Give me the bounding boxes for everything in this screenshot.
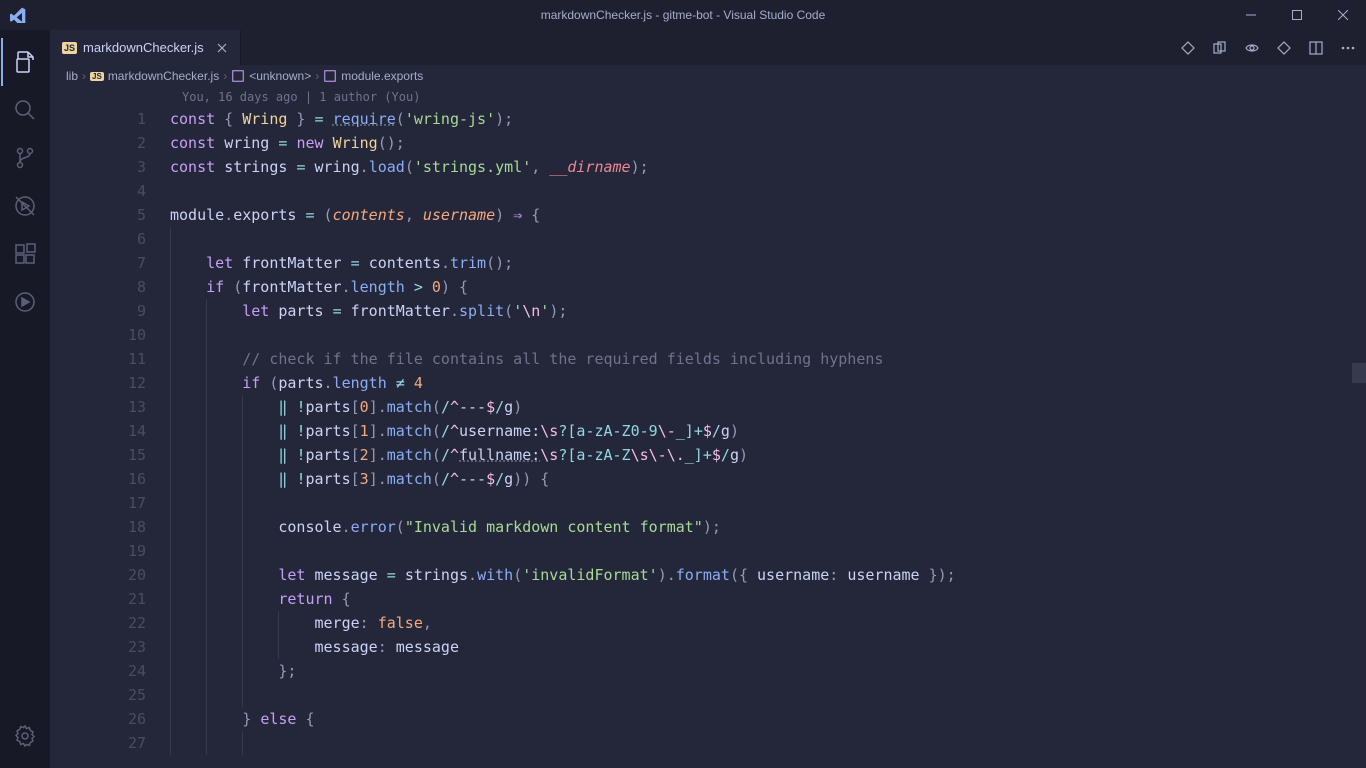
line-number: 22 [50, 611, 170, 635]
activity-bar [0, 30, 50, 768]
tab-label: markdownChecker.js [83, 40, 204, 55]
action-icon-2[interactable] [1212, 40, 1228, 56]
line-number: 16 [50, 467, 170, 491]
line-number: 27 [50, 731, 170, 755]
line-number: 9 [50, 299, 170, 323]
symbol-icon [231, 69, 245, 83]
line-number: 7 [50, 251, 170, 275]
breadcrumb-item[interactable]: markdownChecker.js [108, 69, 219, 83]
minimize-button[interactable] [1228, 0, 1274, 30]
symbol-icon [323, 69, 337, 83]
action-icon-1[interactable] [1180, 40, 1196, 56]
title-bar: markdownChecker.js - gitme-bot - Visual … [0, 0, 1366, 30]
source-control-icon[interactable] [1, 134, 49, 182]
window-title: markdownChecker.js - gitme-bot - Visual … [541, 8, 826, 22]
settings-gear-icon[interactable] [1, 712, 49, 760]
breadcrumb-item[interactable]: module.exports [341, 69, 423, 83]
line-number: 1 [50, 107, 170, 131]
js-file-icon: JS [62, 42, 77, 54]
line-number: 12 [50, 371, 170, 395]
more-actions-icon[interactable] [1340, 40, 1356, 56]
line-number: 11 [50, 347, 170, 371]
breadcrumbs[interactable]: lib › JS markdownChecker.js › <unknown> … [50, 65, 1366, 87]
tab-markdownchecker[interactable]: JS markdownChecker.js [50, 30, 241, 65]
debug-icon[interactable] [1, 182, 49, 230]
line-number: 23 [50, 635, 170, 659]
line-number: 19 [50, 539, 170, 563]
close-button[interactable] [1320, 0, 1366, 30]
line-number: 21 [50, 587, 170, 611]
line-number: 20 [50, 563, 170, 587]
editor-area: JS markdownChecker.js lib › JS markdownC… [50, 30, 1366, 768]
tab-close-icon[interactable] [216, 42, 228, 54]
vscode-icon [10, 7, 26, 23]
explorer-icon[interactable] [1, 38, 49, 86]
editor-actions [1180, 30, 1366, 65]
codelens[interactable]: You, 16 days ago | 1 author (You) [50, 87, 1366, 107]
maximize-button[interactable] [1274, 0, 1320, 30]
breadcrumb-item[interactable]: lib [66, 69, 78, 83]
line-number: 26 [50, 707, 170, 731]
tab-bar: JS markdownChecker.js [50, 30, 1366, 65]
search-icon[interactable] [1, 86, 49, 134]
action-icon-4[interactable] [1276, 40, 1292, 56]
chevron-right-icon: › [223, 69, 227, 83]
line-number: 3 [50, 155, 170, 179]
line-number: 8 [50, 275, 170, 299]
chevron-right-icon: › [315, 69, 319, 83]
chevron-right-icon: › [82, 69, 86, 83]
line-number: 10 [50, 323, 170, 347]
line-number: 5 [50, 203, 170, 227]
line-number: 24 [50, 659, 170, 683]
line-number: 4 [50, 179, 170, 203]
code-editor[interactable]: 1const { Wring } = require('wring-js'); … [50, 107, 1366, 768]
line-number: 18 [50, 515, 170, 539]
line-number: 2 [50, 131, 170, 155]
liveshare-icon[interactable] [1, 278, 49, 326]
line-number: 15 [50, 443, 170, 467]
split-editor-icon[interactable] [1308, 40, 1324, 56]
action-icon-3[interactable] [1244, 40, 1260, 56]
line-number: 14 [50, 419, 170, 443]
minimap[interactable] [1352, 107, 1366, 768]
line-number: 17 [50, 491, 170, 515]
line-number: 6 [50, 227, 170, 251]
js-file-icon: JS [90, 72, 104, 81]
line-number: 25 [50, 683, 170, 707]
extensions-icon[interactable] [1, 230, 49, 278]
breadcrumb-item[interactable]: <unknown> [249, 69, 311, 83]
line-number: 13 [50, 395, 170, 419]
